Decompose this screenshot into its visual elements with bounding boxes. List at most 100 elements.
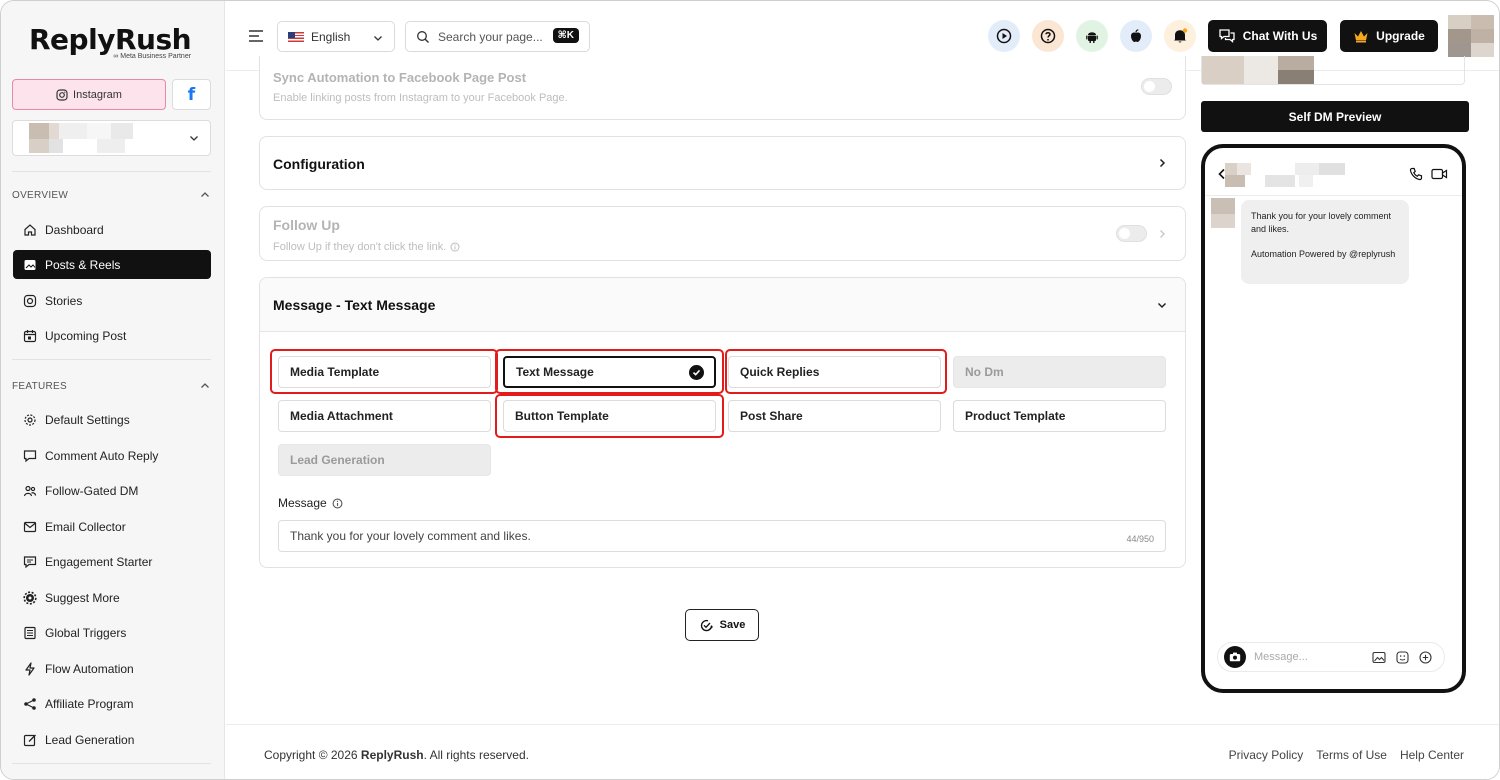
camera-icon[interactable] xyxy=(1224,646,1246,668)
sync-facebook-toggle[interactable] xyxy=(1141,78,1172,95)
brand-logo[interactable]: ReplyRush ∞ Meta Business Partner xyxy=(29,23,192,60)
self-dm-preview-label: Self DM Preview xyxy=(1288,109,1382,124)
option-text-message[interactable]: Text Message xyxy=(503,356,716,388)
sidebar-item-upcoming-post[interactable]: Upcoming Post xyxy=(13,321,211,350)
option-button-template[interactable]: Button Template xyxy=(503,400,716,432)
copyright: Copyright © 2026 ReplyRush. All rights r… xyxy=(264,748,529,762)
overview-section-header[interactable]: OVERVIEW xyxy=(12,189,211,201)
chevron-right-icon xyxy=(1160,230,1165,238)
sidebar-item-label: Comment Auto Reply xyxy=(45,448,159,463)
upgrade-button[interactable]: Upgrade xyxy=(1340,20,1438,52)
sidebar-item-flow-automation[interactable]: Flow Automation xyxy=(13,654,211,683)
selected-post-card[interactable] xyxy=(1201,56,1465,85)
android-icon xyxy=(1086,32,1098,43)
message-input-value: Thank you for your lovely comment and li… xyxy=(290,529,531,543)
sticker-icon[interactable] xyxy=(1396,651,1409,664)
chat-bubbles-icon xyxy=(1219,29,1235,43)
instagram-story-icon xyxy=(23,294,37,307)
help-center-link[interactable]: Help Center xyxy=(1400,748,1464,762)
option-media-attachment[interactable]: Media Attachment xyxy=(278,400,491,432)
sidebar-item-affiliate-program[interactable]: Affiliate Program xyxy=(13,689,211,718)
sidebar-item-suggest-more[interactable]: Suggest More xyxy=(13,583,211,612)
dm-message-bubble: Thank you for your lovely comment and li… xyxy=(1241,200,1409,284)
compose-input[interactable]: Message... xyxy=(1254,651,1308,663)
gear-icon xyxy=(24,413,36,426)
instagram-icon xyxy=(56,88,68,101)
option-label: Lead Generation xyxy=(290,453,385,467)
option-product-template[interactable]: Product Template xyxy=(953,400,1166,432)
home-icon xyxy=(24,223,36,236)
chevron-down-icon xyxy=(190,136,198,141)
facebook-icon: f xyxy=(187,84,196,105)
instagram-tab[interactable]: Instagram xyxy=(12,79,166,110)
character-count: 44/950 xyxy=(1126,534,1154,544)
terms-of-use-link[interactable]: Terms of Use xyxy=(1316,748,1387,762)
facebook-tab[interactable]: f xyxy=(172,79,211,110)
message-label: Message xyxy=(278,496,343,510)
search-box[interactable]: Search your page... ⌘K xyxy=(405,21,590,52)
self-dm-preview-button[interactable]: Self DM Preview xyxy=(1201,101,1469,132)
account-selector[interactable] xyxy=(12,120,211,156)
crown-icon xyxy=(1354,31,1368,43)
sidebar-item-default-settings[interactable]: Default Settings xyxy=(13,405,211,434)
tutorial-video-button[interactable] xyxy=(988,20,1020,52)
sidebar-item-posts-reels[interactable]: Posts & Reels xyxy=(13,250,211,279)
play-icon xyxy=(996,28,1012,44)
help-button[interactable] xyxy=(1032,20,1064,52)
search-input[interactable]: Search your page... xyxy=(438,30,543,44)
copyright-brand: ReplyRush xyxy=(360,748,424,762)
us-flag-icon xyxy=(288,31,304,42)
chevron-right-icon xyxy=(1159,158,1166,168)
ios-app-button[interactable] xyxy=(1120,20,1152,52)
sidebar-item-engagement-starter[interactable]: Engagement Starter xyxy=(13,547,211,576)
chevron-up-icon xyxy=(201,383,209,388)
message-compose-bar[interactable]: Message... xyxy=(1217,642,1445,672)
option-media-template[interactable]: Media Template xyxy=(278,356,491,388)
sidebar-item-label: Email Collector xyxy=(45,519,126,534)
message-input[interactable]: Thank you for your lovely comment and li… xyxy=(278,520,1166,552)
gallery-icon[interactable] xyxy=(1372,651,1386,664)
save-button[interactable]: Save xyxy=(685,609,759,641)
search-icon xyxy=(417,30,429,43)
configuration-title: Configuration xyxy=(273,156,365,172)
option-post-share[interactable]: Post Share xyxy=(728,400,941,432)
sidebar-item-label: Affiliate Program xyxy=(45,696,134,711)
image-icon xyxy=(24,259,36,270)
message-edit-icon xyxy=(23,555,37,568)
chevron-down-icon xyxy=(374,36,382,41)
configuration-card[interactable]: Configuration xyxy=(259,136,1186,190)
android-app-button[interactable] xyxy=(1076,20,1108,52)
sidebar-item-lead-generation[interactable]: Lead Generation xyxy=(13,725,211,754)
plus-circle-icon[interactable] xyxy=(1419,651,1432,664)
language-selector[interactable]: English xyxy=(277,21,395,52)
info-icon xyxy=(332,498,343,508)
user-avatar[interactable] xyxy=(1448,15,1494,57)
privacy-policy-link[interactable]: Privacy Policy xyxy=(1229,748,1304,762)
menu-toggle-icon[interactable] xyxy=(248,29,264,43)
sidebar-item-comment-auto-reply[interactable]: Comment Auto Reply xyxy=(13,441,211,470)
sidebar-item-label: Flow Automation xyxy=(45,661,134,676)
message-card-header[interactable]: Message - Text Message xyxy=(260,278,1185,332)
dm-message-text: Thank you for your lovely comment and li… xyxy=(1251,211,1392,234)
apple-icon xyxy=(1131,29,1141,42)
sidebar-item-stories[interactable]: Stories xyxy=(13,286,211,315)
instagram-tab-label: Instagram xyxy=(73,88,122,101)
sidebar-item-dashboard[interactable]: Dashboard xyxy=(13,215,211,244)
upgrade-label: Upgrade xyxy=(1376,29,1425,43)
follow-up-toggle[interactable] xyxy=(1116,225,1147,242)
chat-with-us-button[interactable]: Chat With Us xyxy=(1208,20,1327,52)
sidebar-item-email-collector[interactable]: Email Collector xyxy=(13,512,211,541)
phone-preview: Thank you for your lovely comment and li… xyxy=(1201,144,1466,693)
question-icon xyxy=(1040,28,1056,44)
circle-check-edit-icon xyxy=(700,619,713,631)
follow-up-title: Follow Up xyxy=(273,217,340,233)
features-section-header[interactable]: FEATURES xyxy=(12,380,211,392)
sidebar-item-label: Dashboard xyxy=(45,222,104,237)
phone-call-icon[interactable] xyxy=(1409,167,1423,181)
sidebar-item-global-triggers[interactable]: Global Triggers xyxy=(13,618,211,647)
notifications-button[interactable] xyxy=(1164,20,1196,52)
bell-icon xyxy=(1174,28,1188,43)
video-call-icon[interactable] xyxy=(1431,168,1448,180)
option-quick-replies[interactable]: Quick Replies xyxy=(728,356,941,388)
sidebar-item-follow-gated-dm[interactable]: Follow-Gated DM xyxy=(13,476,211,505)
